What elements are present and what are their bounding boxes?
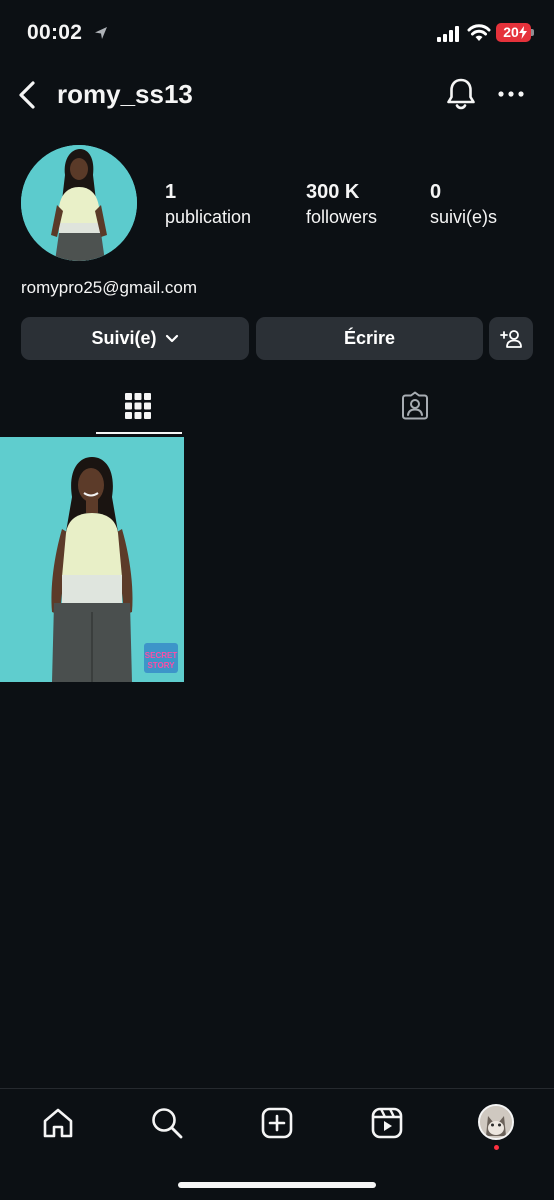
tab-tagged[interactable]: [395, 388, 435, 424]
profile-avatar[interactable]: [21, 145, 137, 261]
battery-cap: [531, 29, 534, 36]
chevron-down-icon: [165, 334, 178, 342]
stat-publications-value: 1: [165, 181, 177, 203]
nav-profile-avatar[interactable]: [478, 1104, 514, 1140]
back-button[interactable]: [12, 78, 42, 112]
stat-followers-label: followers: [306, 207, 378, 227]
stat-following-label: suivi(e)s: [430, 207, 498, 227]
grid-icon: [125, 393, 151, 419]
tagged-person-icon: [402, 391, 428, 420]
nav-search-button[interactable]: [147, 1103, 187, 1143]
message-button-label: Écrire: [343, 328, 396, 348]
profile-bio-email[interactable]: romypro25@gmail.com: [21, 278, 197, 298]
status-bar: 00:02 20: [0, 0, 554, 66]
following-button[interactable]: Suivi(e): [21, 317, 249, 360]
cellular-signal-icon: [437, 26, 459, 42]
charging-bolt-icon: [519, 26, 527, 39]
stat-publications[interactable]: 1 publication: [165, 180, 251, 230]
stat-following-value: 0: [430, 181, 442, 203]
more-options-button[interactable]: [494, 82, 528, 106]
notifications-button[interactable]: [444, 76, 478, 112]
search-icon: [152, 1108, 183, 1139]
home-icon: [43, 1108, 73, 1138]
secret-story-logo-top: SECRET: [145, 651, 178, 660]
message-button[interactable]: Écrire: [256, 317, 483, 360]
reels-icon: [371, 1107, 403, 1139]
stat-followers-value: 300 K: [306, 181, 360, 203]
notification-dot: [494, 1145, 499, 1150]
secret-story-logo-bottom: STORY: [147, 661, 175, 670]
following-button-label: Suivi(e): [91, 328, 157, 348]
home-indicator: [178, 1182, 376, 1188]
add-person-icon: [500, 329, 522, 348]
plus-square-icon: [261, 1107, 293, 1139]
active-tab-indicator: [96, 432, 182, 434]
tab-posts-grid[interactable]: [118, 388, 158, 424]
post-thumbnail[interactable]: SECRET STORY: [0, 437, 184, 682]
bell-icon: [447, 78, 475, 110]
stat-followers[interactable]: 300 K followers: [306, 180, 377, 230]
avatar-photo: [21, 145, 137, 261]
post-photo: SECRET STORY: [0, 437, 184, 682]
location-arrow-icon: [95, 27, 107, 39]
nav-reels-button[interactable]: [367, 1103, 407, 1143]
stat-publications-label: publication: [165, 207, 252, 227]
profile-cat-photo: [480, 1106, 512, 1138]
more-horizontal-icon: [498, 91, 524, 97]
battery-indicator: 20: [496, 23, 531, 42]
profile-username: romy_ss13: [57, 79, 193, 109]
stat-following[interactable]: 0 suivi(e)s: [430, 180, 497, 230]
chevron-left-icon: [19, 81, 35, 109]
status-time: 00:02: [27, 21, 83, 44]
suggested-accounts-button[interactable]: [489, 317, 533, 360]
nav-create-button[interactable]: [257, 1103, 297, 1143]
nav-home-button[interactable]: [38, 1103, 78, 1143]
wifi-icon: [467, 24, 491, 41]
